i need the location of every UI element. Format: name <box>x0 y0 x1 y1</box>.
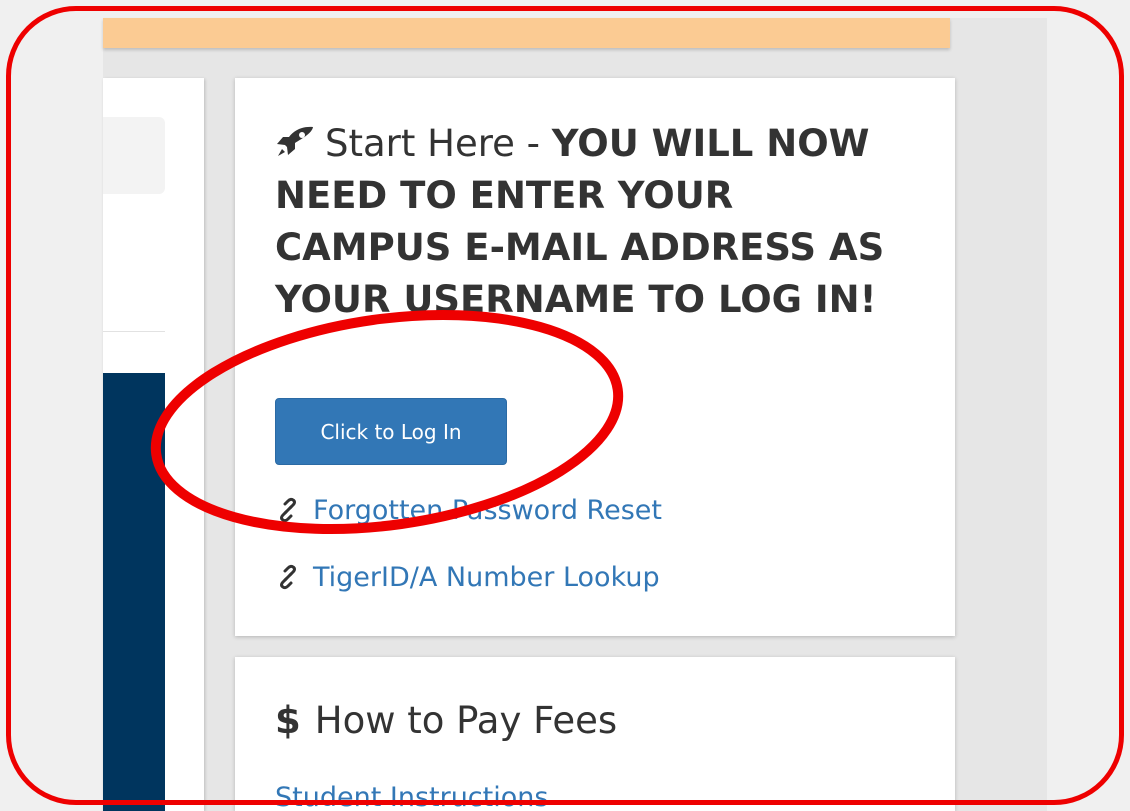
left-divider <box>103 331 165 332</box>
alert-banner <box>103 18 950 48</box>
tigerid-lookup-link[interactable]: TigerID/A Number Lookup <box>275 557 660 597</box>
dollar-icon: $ <box>275 699 301 742</box>
student-instructions-label: Student Instructions <box>275 782 549 811</box>
start-here-heading: Start Here - YOU WILL NOW NEED TO ENTER … <box>275 118 915 326</box>
pay-fees-title: How to Pay Fees <box>314 699 618 742</box>
forgotten-password-label: Forgotten Password Reset <box>313 494 662 526</box>
student-instructions-link[interactable]: Student Instructions <box>275 778 548 811</box>
pay-fees-heading: $ How to Pay Fees <box>275 699 617 742</box>
left-navy-panel <box>103 373 165 811</box>
start-here-lead: Start Here - <box>325 122 552 165</box>
rocket-icon <box>277 126 313 156</box>
forgotten-password-link[interactable]: Forgotten Password Reset <box>275 490 662 530</box>
login-button[interactable]: Click to Log In <box>275 398 507 465</box>
link-icon <box>280 497 296 523</box>
left-search-box[interactable] <box>103 117 165 194</box>
link-icon <box>280 564 296 590</box>
tigerid-lookup-label: TigerID/A Number Lookup <box>313 561 660 593</box>
